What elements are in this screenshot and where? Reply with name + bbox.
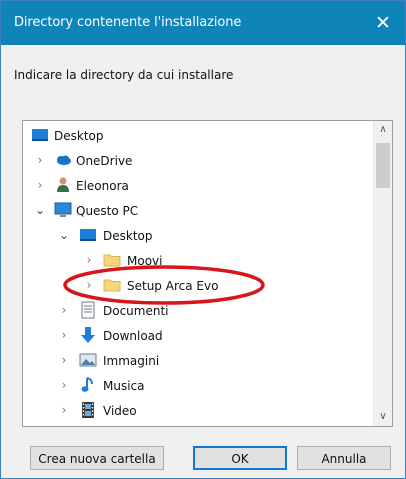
browse-folder-dialog: Directory contenente l'installazione ✕ I… [0, 0, 406, 479]
tree-item-documenti[interactable]: › Documenti [23, 298, 371, 323]
chevron-right-icon[interactable]: › [58, 352, 70, 368]
scroll-up-icon[interactable]: ∧ [374, 121, 392, 139]
new-folder-button[interactable]: Crea nuova cartella [30, 446, 164, 470]
folder-icon [103, 276, 121, 294]
documents-icon [79, 301, 97, 319]
desktop-icon [79, 226, 97, 244]
chevron-right-icon[interactable]: › [83, 277, 95, 293]
tree-item-video[interactable]: › Video [23, 398, 371, 423]
user-icon [54, 176, 72, 194]
folder-icon [103, 251, 121, 269]
chevron-right-icon[interactable]: › [83, 252, 95, 268]
ok-button[interactable]: OK [193, 446, 287, 470]
tree-item-label: Documenti [103, 304, 169, 318]
vertical-scrollbar[interactable]: ∧ ∨ [373, 121, 392, 426]
chevron-right-icon[interactable]: › [58, 377, 70, 393]
scroll-down-icon[interactable]: ∨ [374, 408, 392, 426]
folder-tree[interactable]: Desktop › OneDrive › Eleonora ⌄ Questo P… [22, 120, 393, 427]
chevron-down-icon[interactable]: ⌄ [34, 202, 46, 218]
tree-item-desktop-root[interactable]: Desktop [23, 123, 371, 148]
close-icon: ✕ [375, 12, 391, 34]
tree-item-label: Immagini [103, 354, 160, 368]
tree-item-label: Eleonora [76, 179, 129, 193]
dialog-prompt: Indicare la directory da cui installare [14, 68, 234, 82]
chevron-right-icon[interactable]: › [34, 152, 46, 168]
tree-item-immagini[interactable]: › Immagini [23, 348, 371, 373]
chevron-right-icon[interactable]: › [58, 402, 70, 418]
tree-item-label: Setup Arca Evo [127, 279, 219, 293]
tree-item-eleonora[interactable]: › Eleonora [23, 173, 371, 198]
tree-item-label: Moovi [127, 254, 163, 268]
window-title: Directory contenente l'installazione [14, 15, 242, 30]
tree-item-label: OneDrive [76, 154, 133, 168]
scroll-thumb[interactable] [376, 143, 390, 188]
tree-item-label: Download [103, 329, 163, 343]
tree-item-label: Musica [103, 379, 145, 393]
video-icon [79, 401, 97, 419]
chevron-right-icon[interactable]: › [58, 327, 70, 343]
music-icon [79, 376, 97, 394]
cancel-button[interactable]: Annulla [297, 446, 391, 470]
tree-item-onedrive[interactable]: › OneDrive [23, 148, 371, 173]
download-icon [79, 326, 97, 344]
tree-item-label: Desktop [103, 229, 153, 243]
tree-item-label: Questo PC [76, 204, 139, 218]
desktop-icon [31, 126, 49, 144]
chevron-down-icon[interactable]: ⌄ [58, 227, 70, 243]
cloud-icon [54, 151, 72, 169]
tree-item-moovi[interactable]: › Moovi [23, 248, 371, 273]
pictures-icon [79, 351, 97, 369]
title-bar: Directory contenente l'installazione ✕ [1, 1, 405, 45]
tree-item-download[interactable]: › Download [23, 323, 371, 348]
tree-item-label: Video [103, 404, 137, 418]
tree-item-setup-arca-evo[interactable]: › Setup Arca Evo [23, 273, 371, 298]
tree-item-questo-pc[interactable]: ⌄ Questo PC [23, 198, 371, 223]
chevron-right-icon[interactable]: › [34, 177, 46, 193]
tree-item-desktop[interactable]: ⌄ Desktop [23, 223, 371, 248]
chevron-right-icon[interactable]: › [58, 302, 70, 318]
close-button[interactable]: ✕ [361, 1, 405, 45]
computer-icon [54, 201, 72, 219]
tree-item-label: Desktop [54, 129, 104, 143]
tree-item-musica[interactable]: › Musica [23, 373, 371, 398]
